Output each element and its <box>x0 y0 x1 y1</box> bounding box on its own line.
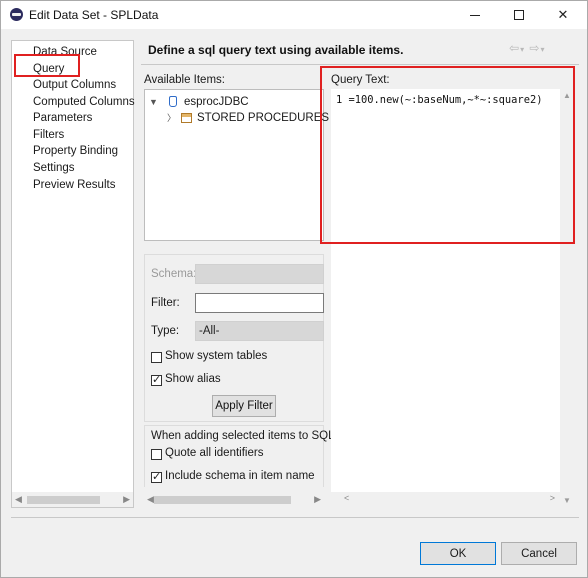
show-system-tables-label[interactable]: Show system tables <box>165 350 267 362</box>
show-alias-label[interactable]: Show alias <box>165 373 221 385</box>
filter-group: Schema: Filter: Type: -All- Show system … <box>144 254 324 422</box>
quote-all-identifiers-label[interactable]: Quote all identifiers <box>165 447 263 459</box>
expand-right-icon[interactable]: 〉 <box>167 110 176 126</box>
available-items-label: Available Items: <box>144 74 225 86</box>
filter-label: Filter: <box>151 297 180 309</box>
schema-label: Schema: <box>151 268 197 280</box>
show-alias-checkbox[interactable] <box>151 373 162 386</box>
tree-item-label: STORED PROCEDURES <box>197 112 330 124</box>
nav-item-filters[interactable]: Filters <box>33 127 64 143</box>
type-label: Type: <box>151 325 180 337</box>
close-icon: ✕ <box>557 7 569 22</box>
type-select-value: -All- <box>199 325 220 337</box>
edit-data-set-dialog: Edit Data Set - SPLData ✕ Data Source Qu… <box>0 0 588 578</box>
maximize-button[interactable] <box>497 1 541 29</box>
ok-button[interactable]: OK <box>420 542 496 565</box>
nav-item-output-columns[interactable]: Output Columns <box>33 77 116 93</box>
scrollbar-thumb[interactable] <box>27 496 100 504</box>
tree-item-label: esprocJDBC <box>184 96 249 108</box>
scroll-right-icon[interactable]: ▶ <box>123 494 130 505</box>
include-schema-label[interactable]: Include schema in item name <box>165 470 315 482</box>
cancel-button[interactable]: Cancel <box>501 542 577 565</box>
query-horizontal-scrollbar[interactable]: < > <box>331 492 560 507</box>
page-header-title: Define a sql query text using available … <box>148 43 404 57</box>
query-text-highlight-box <box>320 66 575 244</box>
close-button[interactable]: ✕ <box>541 1 585 29</box>
nav-item-computed-columns[interactable]: Computed Columns <box>33 94 135 110</box>
page-list: Data Source Query Output Columns Compute… <box>11 40 135 508</box>
scrollbar-thumb[interactable] <box>154 496 291 504</box>
left-horizontal-scrollbar[interactable]: ◀ ▶ <box>144 492 324 509</box>
forward-arrow-icon[interactable]: ⇨ <box>529 41 540 55</box>
nav-item-preview-results[interactable]: Preview Results <box>33 177 115 193</box>
minimize-button[interactable] <box>453 1 497 29</box>
nav-item-property-binding[interactable]: Property Binding <box>33 143 118 159</box>
forward-dropdown-icon[interactable]: ▾ <box>540 45 545 54</box>
scroll-right-icon[interactable]: ▶ <box>314 494 321 505</box>
nav-horizontal-scrollbar[interactable]: ◀ ▶ <box>12 492 133 507</box>
expand-down-icon[interactable]: ▼ <box>149 94 158 110</box>
type-select[interactable]: -All- <box>195 321 324 341</box>
show-system-tables-checkbox[interactable] <box>151 352 162 363</box>
quote-all-identifiers-checkbox[interactable] <box>151 449 162 460</box>
history-navigation: ⇦▾ ⇨▾ <box>509 41 546 55</box>
schema-select <box>195 264 324 284</box>
nav-item-settings[interactable]: Settings <box>33 160 75 176</box>
add-options-group: When adding selected items to SQL Quote … <box>144 425 334 487</box>
window-title: Edit Data Set - SPLData <box>29 8 159 22</box>
nav-item-parameters[interactable]: Parameters <box>33 110 92 126</box>
table-icon <box>181 113 192 123</box>
query-highlight-box <box>14 54 80 77</box>
scroll-left-icon[interactable]: ◀ <box>15 494 22 505</box>
filter-input[interactable] <box>195 293 324 313</box>
eclipse-app-icon <box>10 8 23 21</box>
back-dropdown-icon[interactable]: ▾ <box>520 45 525 54</box>
header-separator <box>141 64 579 65</box>
back-arrow-icon[interactable]: ⇦ <box>509 41 520 55</box>
include-schema-checkbox[interactable] <box>151 470 162 483</box>
scroll-left-icon[interactable]: < <box>344 493 349 503</box>
scroll-down-icon[interactable]: ▼ <box>563 496 571 505</box>
available-items-tree: ▼ esprocJDBC 〉 STORED PROCEDURES <box>144 89 329 241</box>
apply-filter-button[interactable]: Apply Filter <box>212 395 276 417</box>
database-icon <box>169 96 177 107</box>
title-bar: Edit Data Set - SPLData ✕ <box>1 1 587 29</box>
minimize-icon <box>470 14 480 16</box>
footer-separator <box>11 517 579 518</box>
scroll-left-icon[interactable]: ◀ <box>147 494 154 505</box>
maximize-icon <box>514 10 524 20</box>
adding-heading: When adding selected items to SQL <box>151 430 335 442</box>
scroll-right-icon[interactable]: > <box>550 493 555 503</box>
